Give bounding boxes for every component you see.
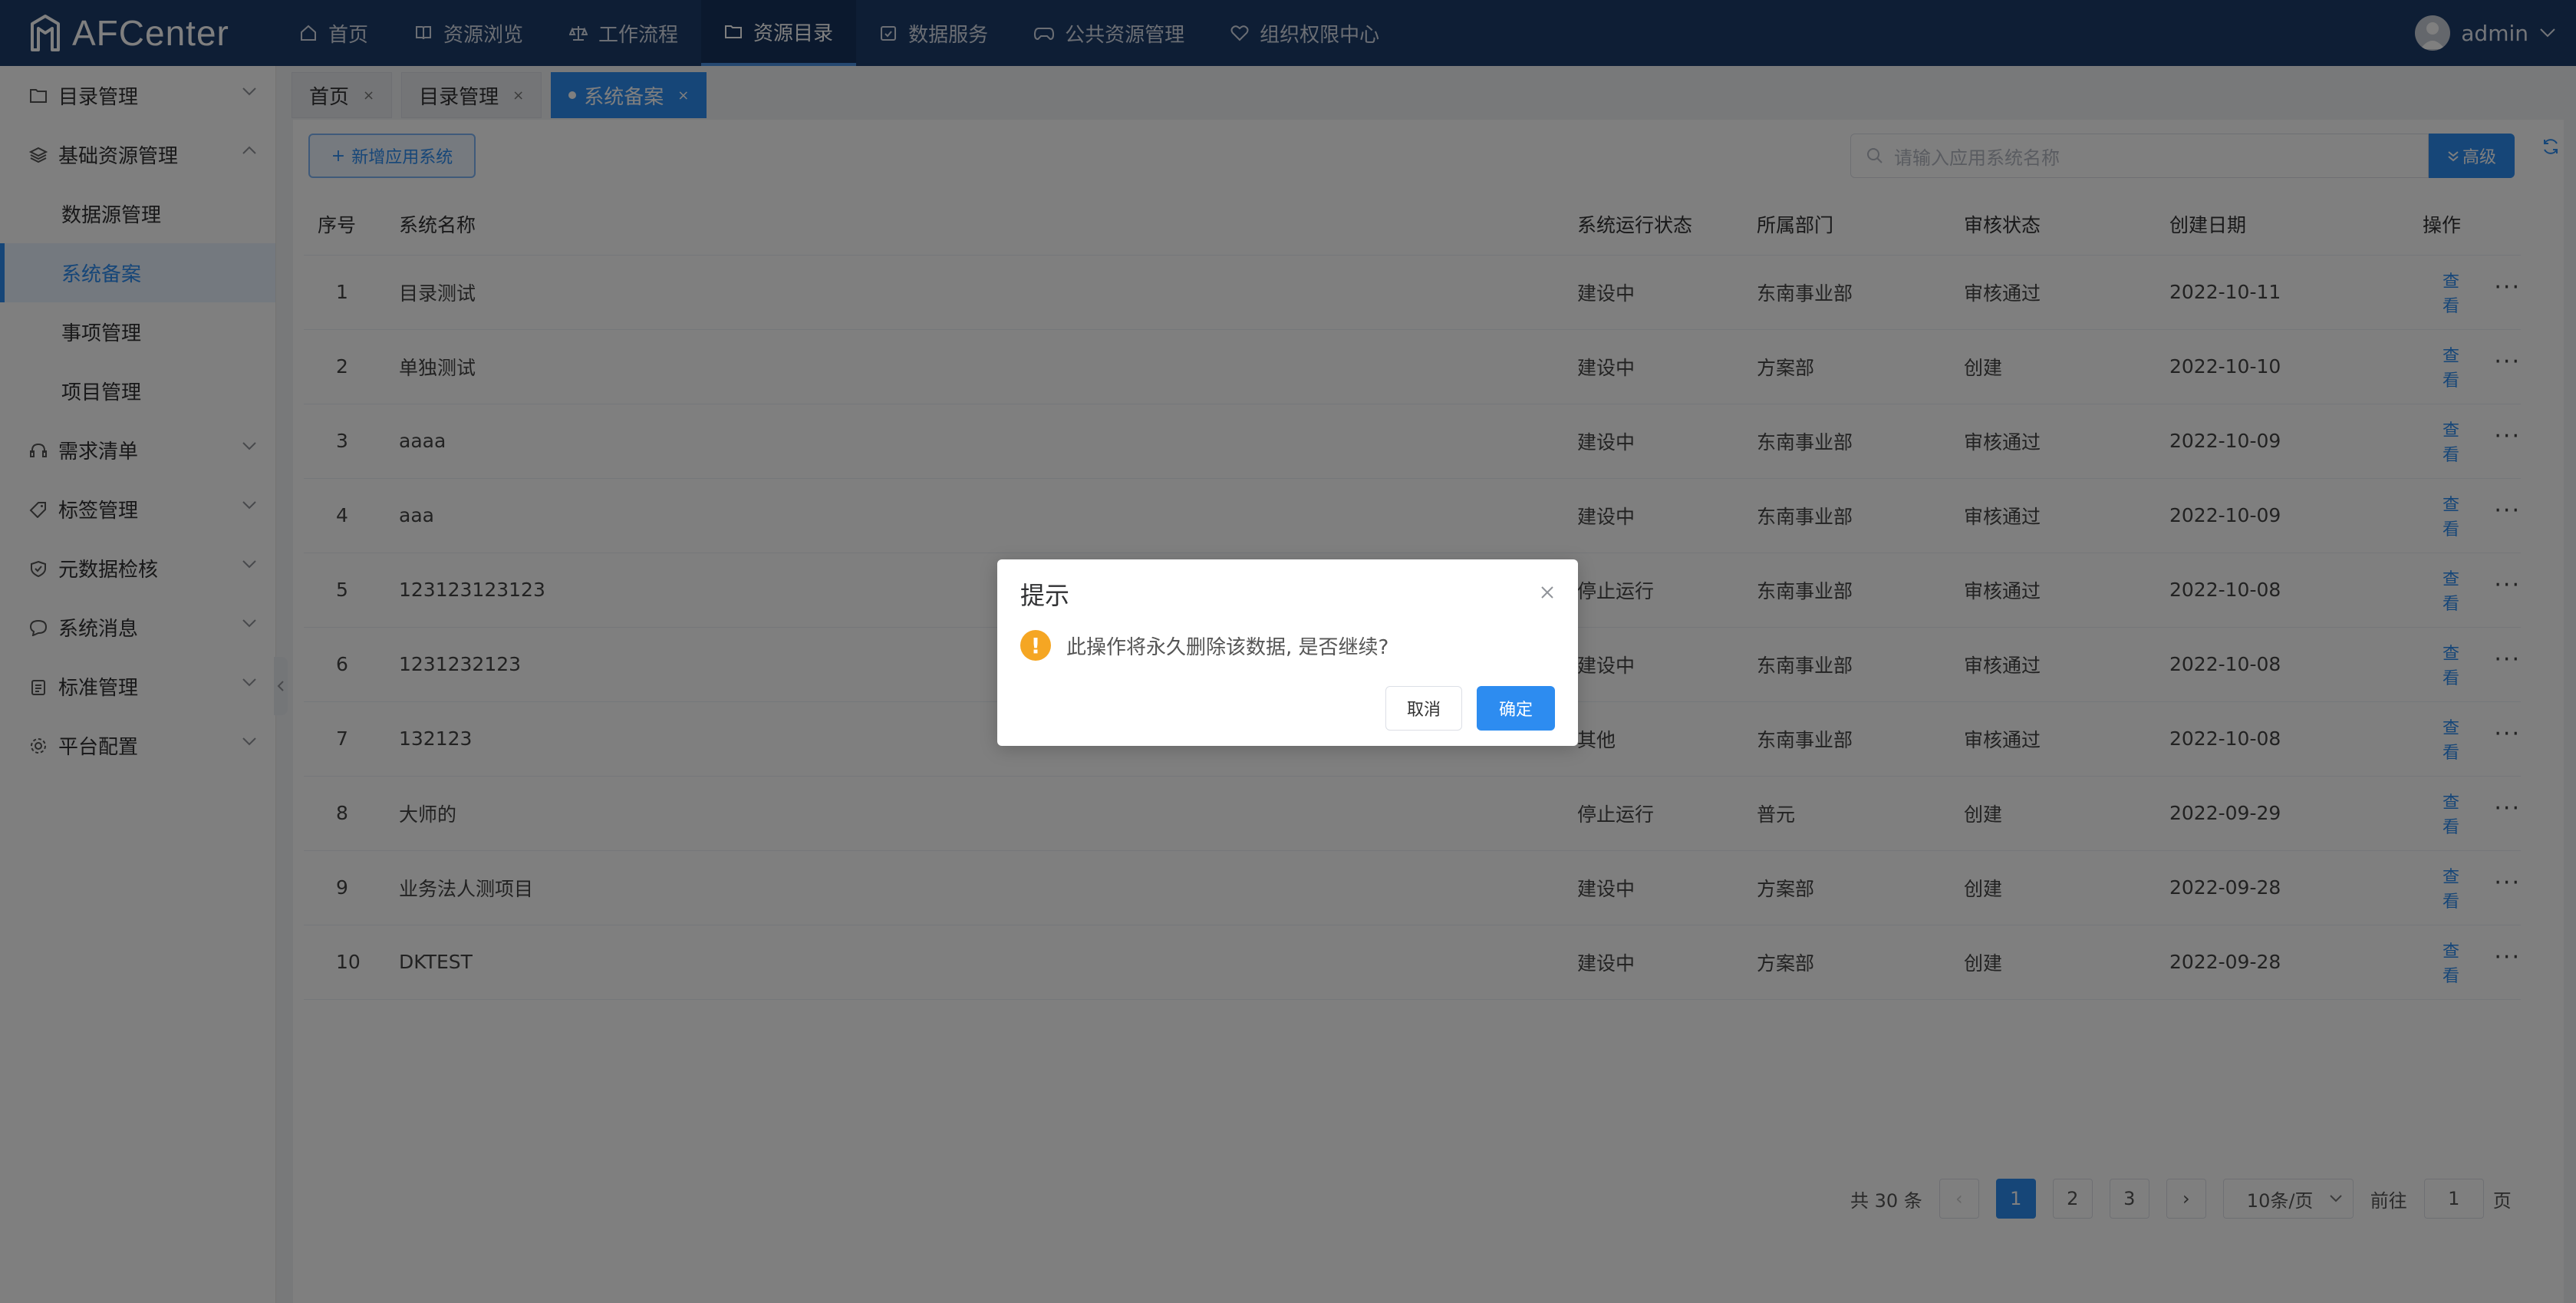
warning-icon: !: [1020, 630, 1051, 661]
confirm-dialog: 提示 ! 此操作将永久删除该数据, 是否继续? 取消 确定: [997, 559, 1578, 746]
dialog-title: 提示: [1020, 581, 1070, 610]
dialog-message: 此操作将永久删除该数据, 是否继续?: [1066, 635, 1389, 659]
confirm-button[interactable]: 确定: [1477, 686, 1555, 731]
close-icon[interactable]: [1540, 582, 1555, 605]
dialog-body: ! 此操作将永久删除该数据, 是否继续?: [1020, 630, 1388, 661]
cancel-button[interactable]: 取消: [1385, 686, 1462, 731]
